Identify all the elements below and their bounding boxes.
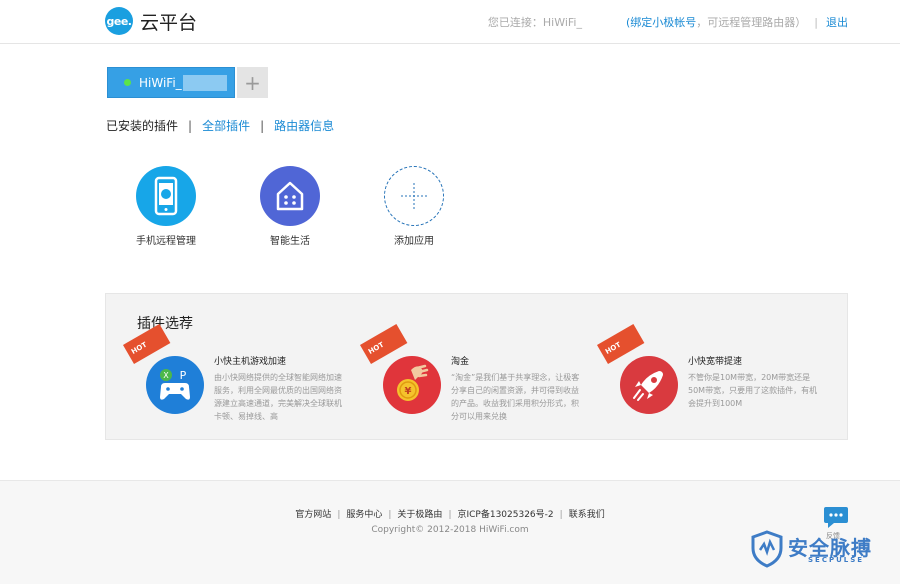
nav-divider: | xyxy=(260,118,265,133)
tab-router-info[interactable]: 路由器信息 xyxy=(274,117,334,134)
app-label: 手机远程管理 xyxy=(136,236,196,247)
phone-icon xyxy=(136,166,196,226)
logout-link[interactable]: 退出 xyxy=(826,14,848,30)
watermark-subtext: SECPULSE xyxy=(808,556,865,564)
router-name-mask xyxy=(182,74,227,91)
watermark: 安全脉搏 SECPULSE xyxy=(750,530,895,568)
router-name: HiWiFi_ xyxy=(139,75,182,90)
plugin-card-taojin[interactable]: ¥ HOT 淘金 “淘金”是我们基于共享理念，让极客分享自己的闲置资源，并可得到… xyxy=(357,323,589,422)
plugin-name: 小快主机游戏加速 xyxy=(214,357,287,367)
smart-home-icon xyxy=(260,166,320,226)
svg-text:¥: ¥ xyxy=(405,386,412,397)
app-remote-management[interactable]: 手机远程管理 xyxy=(116,166,216,247)
header-separator: | xyxy=(814,15,818,29)
svg-text:P: P xyxy=(180,369,187,382)
svg-text:X: X xyxy=(163,371,169,380)
plugin-desc: 不管你是10M带宽，20M带宽还是50M带宽，只要用了这款插件，有机会提升到10… xyxy=(688,373,818,408)
top-header: gee. 云平台 您已连接：HiWiFi_ (绑定小极帐号 ，可远程管理路由器）… xyxy=(0,0,900,44)
feedback-chat-button[interactable] xyxy=(822,503,850,531)
app-smart-life[interactable]: 智能生活 xyxy=(240,166,340,247)
footer-links: 官方网站 | 服务中心 | 关于极路由 | 京ICP备13025326号-2 | 联系我们 xyxy=(295,510,605,520)
app-label: 添加应用 xyxy=(394,236,434,247)
online-status-dot xyxy=(124,79,131,86)
footer-link-contact[interactable]: 联系我们 xyxy=(569,510,605,520)
app-label: 智能生活 xyxy=(270,236,310,247)
gamepad-icon: X P xyxy=(146,356,204,414)
connected-label: 您已连接：HiWiFi_ xyxy=(487,16,582,29)
recommend-title: 插件选荐 xyxy=(137,316,193,332)
plugin-nav: 已安装的插件 | 全部插件 | 路由器信息 xyxy=(106,117,334,134)
logo-text: 云平台 xyxy=(140,11,198,34)
plugin-card-broadband-boost[interactable]: HOT 小快宽带提速 不管你是10M带宽，20M带宽还是50M带宽，只要用了这款… xyxy=(594,323,826,422)
rocket-icon xyxy=(620,356,678,414)
plugin-desc: 由小快网络提供的全球智能网络加速服务，利用全网最优质的出国网络资源建立高速通道，… xyxy=(214,373,342,421)
connection-info: 您已连接：HiWiFi_ (绑定小极帐号 ，可远程管理路由器） | 退出 xyxy=(488,14,848,30)
router-tab-active[interactable]: HiWiFi_ xyxy=(107,67,235,98)
shield-icon xyxy=(751,530,783,568)
recommended-plugins-panel: 插件选荐 X P HOT 小快主机游戏加速 由小快网络提供的全球智能网络加速服务… xyxy=(105,293,848,440)
footer-link-icp[interactable]: 京ICP备13025326号-2 xyxy=(457,510,553,520)
plugin-desc: “淘金”是我们基于共享理念，让极客分享自己的闲置资源，并可得到收益的产品。收益我… xyxy=(451,373,580,421)
app-add-application[interactable]: 添加应用 xyxy=(364,166,464,247)
add-router-button[interactable]: + xyxy=(237,67,268,98)
footer-link-about[interactable]: 关于极路由 xyxy=(397,510,442,520)
coin-hand-icon: ¥ xyxy=(383,356,441,414)
footer-link-service-center[interactable]: 服务中心 xyxy=(346,510,382,520)
tab-installed-plugins[interactable]: 已安装的插件 xyxy=(106,117,178,134)
bind-suffix: ，可远程管理路由器） xyxy=(696,16,807,29)
plus-icon xyxy=(384,166,444,226)
footer-link-official-site[interactable]: 官方网站 xyxy=(295,510,331,520)
logo[interactable]: gee. 云平台 xyxy=(105,7,197,35)
chat-bubble-icon xyxy=(824,507,848,528)
plugin-name: 淘金 xyxy=(451,357,470,367)
logo-badge: gee. xyxy=(105,7,133,35)
bind-account-link[interactable]: (绑定小极帐号 xyxy=(626,14,696,30)
tab-all-plugins[interactable]: 全部插件 xyxy=(202,117,250,134)
plugin-name: 小快宽带提速 xyxy=(688,357,743,367)
nav-divider: | xyxy=(188,118,193,133)
plugin-card-game-accel[interactable]: X P HOT 小快主机游戏加速 由小快网络提供的全球智能网络加速服务，利用全网… xyxy=(120,323,352,422)
